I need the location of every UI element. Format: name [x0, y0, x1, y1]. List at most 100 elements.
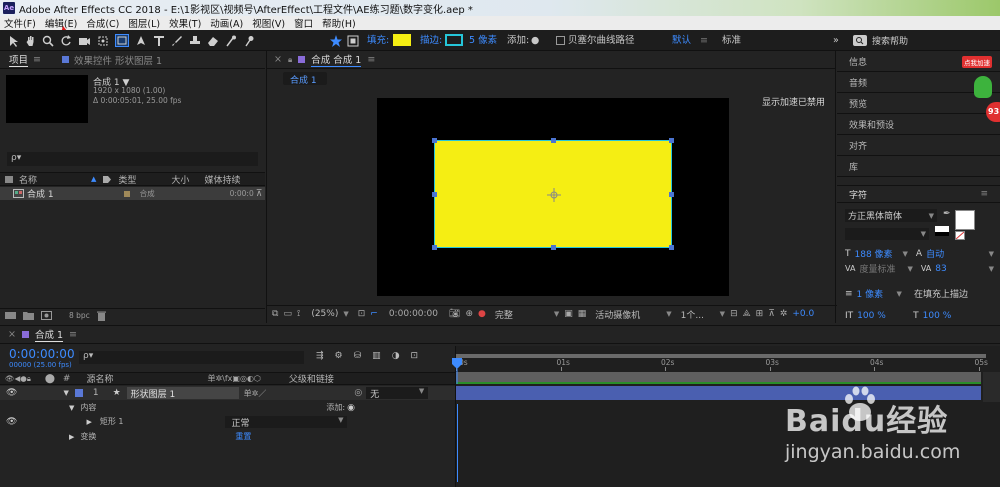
- stroke-size-value[interactable]: 1 像素: [857, 287, 893, 300]
- trash-icon[interactable]: [96, 311, 106, 321]
- comp-subtab[interactable]: 合成 1: [283, 72, 327, 86]
- font-style-dropdown[interactable]: ▼: [845, 228, 929, 240]
- parent-link-col[interactable]: 父级和链接: [289, 372, 334, 385]
- zoom-chevron-icon[interactable]: ▼: [343, 310, 348, 318]
- timeline-menu-icon[interactable]: ≡: [69, 329, 77, 340]
- region-icon[interactable]: ⌐: [370, 309, 378, 319]
- camera-dropdown[interactable]: 活动摄像机: [595, 308, 661, 321]
- interpret-footage-icon[interactable]: [5, 311, 16, 320]
- content-row[interactable]: ▼ 内容 添加: ◉: [0, 401, 455, 414]
- resolution-dropdown[interactable]: 完整: [495, 308, 549, 321]
- tab-menu-icon[interactable]: ≡: [33, 54, 41, 65]
- stroke-size-chevron-icon[interactable]: ▼: [897, 290, 902, 298]
- handle-tr[interactable]: [669, 138, 674, 143]
- menu-layer[interactable]: 图层(L): [128, 16, 160, 30]
- comp-mini-flowchart-icon[interactable]: ⇶: [316, 351, 324, 361]
- right-panel-4[interactable]: 对齐: [837, 135, 1000, 156]
- stroke-mode-dropdown[interactable]: 在填充上描边: [914, 287, 968, 300]
- views-dropdown[interactable]: 1个...: [681, 308, 715, 321]
- tool-option-icon[interactable]: [347, 35, 359, 47]
- show-snapshot-icon[interactable]: ⊕: [465, 309, 473, 319]
- rotate-tool-icon[interactable]: [60, 34, 72, 47]
- rectangle-row[interactable]: 👁︎ ▶ 矩形 1 正常 ▼: [0, 415, 455, 429]
- transform-expand-icon[interactable]: ▶: [69, 433, 74, 441]
- font-family-dropdown[interactable]: 方正黑体简体 ▼: [845, 209, 937, 222]
- comp-timecode[interactable]: 0:00:00:00: [389, 309, 438, 319]
- guide-icon[interactable]: ⟟: [297, 309, 300, 319]
- type-tool-icon[interactable]: [153, 35, 165, 47]
- anchor-point-icon[interactable]: [547, 188, 561, 202]
- handle-mr[interactable]: [669, 192, 674, 197]
- font-size-value[interactable]: 188 像素: [855, 247, 899, 260]
- effects-controls-tab[interactable]: 效果控件 形状图层 1: [74, 53, 162, 67]
- bpc-button[interactable]: 8 bpc: [69, 311, 90, 320]
- menu-help[interactable]: 帮助(H): [322, 16, 356, 30]
- resolution-chevron-icon[interactable]: ▼: [554, 310, 559, 318]
- channel-icon[interactable]: ●: [478, 309, 486, 319]
- col-type[interactable]: 类型: [118, 173, 136, 186]
- tracking-chevron-icon[interactable]: ▼: [989, 265, 994, 273]
- handle-bl[interactable]: [432, 245, 437, 250]
- rect-visibility-eye-icon[interactable]: 👁︎: [6, 417, 17, 427]
- project-item-row[interactable]: 合成 1 合成 0:00:0 ⊼: [0, 187, 265, 200]
- content-expand-icon[interactable]: ▼: [69, 404, 74, 412]
- stroke-width-value[interactable]: 5 像素: [469, 30, 497, 51]
- workspace-overflow-icon[interactable]: »: [833, 30, 839, 51]
- speed-badge[interactable]: 点我加速 93: [960, 54, 1000, 124]
- handle-tm[interactable]: [551, 138, 556, 143]
- timeline-close-icon[interactable]: ×: [8, 329, 16, 340]
- stroke-color-swatch[interactable]: [445, 34, 463, 46]
- zoom-tool-icon[interactable]: [42, 35, 54, 47]
- bezier-checkbox[interactable]: [556, 36, 565, 45]
- camera-chevron-icon[interactable]: ▼: [666, 310, 671, 318]
- horizontal-scale-value[interactable]: 100 %: [923, 311, 952, 321]
- exposure-value[interactable]: +0.0: [792, 309, 814, 319]
- no-stroke-swatch[interactable]: [955, 231, 965, 240]
- brush-tool-icon[interactable]: [171, 35, 183, 47]
- pen-tool-icon[interactable]: [135, 35, 147, 47]
- handle-bm[interactable]: [551, 245, 556, 250]
- monitor-icon[interactable]: ▭: [283, 309, 292, 319]
- panel-close-icon[interactable]: ×: [274, 54, 282, 65]
- timeline-timecode[interactable]: 0:00:00:00: [9, 347, 75, 361]
- av-features-icon[interactable]: 👁︎◀︎●🔒︎: [5, 374, 31, 384]
- layer-label-swatch[interactable]: [74, 389, 83, 397]
- comp-viewer[interactable]: [377, 98, 729, 296]
- selection-tool-icon[interactable]: [8, 35, 19, 47]
- fill-color-swatch[interactable]: [393, 34, 411, 46]
- eraser-tool-icon[interactable]: [207, 35, 219, 47]
- draft-3d-icon[interactable]: ⚙: [335, 351, 343, 361]
- menu-file[interactable]: 文件(F): [4, 16, 36, 30]
- reset-link[interactable]: 重置: [235, 431, 251, 442]
- views-chevron-icon[interactable]: ▼: [720, 310, 725, 318]
- add-content-icon[interactable]: ◉: [347, 403, 355, 413]
- pan-behind-tool-icon[interactable]: [97, 35, 109, 47]
- character-title[interactable]: 字符: [849, 188, 867, 201]
- parent-pickwhip-icon[interactable]: ◎: [354, 388, 362, 398]
- camera-tool-icon[interactable]: [78, 35, 91, 47]
- composition-tab[interactable]: 合成 合成 1: [311, 52, 362, 67]
- clone-stamp-tool-icon[interactable]: [189, 35, 201, 47]
- yellow-rectangle-shape[interactable]: [432, 138, 674, 250]
- fill-label[interactable]: 填充:: [367, 30, 389, 51]
- switches-col[interactable]: 单✲\fx▣◎◐⬡: [207, 373, 260, 384]
- menu-view[interactable]: 视图(V): [252, 16, 285, 30]
- lock-icon[interactable]: 🔒︎: [288, 55, 292, 65]
- handle-ml[interactable]: [432, 192, 437, 197]
- parent-dropdown[interactable]: 无 ▼: [366, 387, 429, 400]
- transform-row[interactable]: ▶ 变换 重置: [0, 430, 455, 443]
- project-tab[interactable]: 项目: [9, 52, 29, 67]
- fast-preview-icon[interactable]: ⟁: [743, 309, 751, 319]
- project-search-input[interactable]: ρ▾: [7, 152, 258, 166]
- workspace-default[interactable]: 默认: [672, 30, 691, 51]
- layer-row[interactable]: 👁︎ ▼ 1 ★ 形状图层 1 单✲／ ◎ 无 ▼: [0, 386, 455, 400]
- fit-icon[interactable]: ⊡: [358, 309, 366, 319]
- col-size[interactable]: 大小: [171, 173, 189, 186]
- workspace-menu-icon[interactable]: ≡: [700, 30, 708, 51]
- leading-value[interactable]: 自动: [926, 247, 944, 260]
- star-toggle-icon[interactable]: [330, 34, 342, 47]
- flowchart-view-icon[interactable]: ⊼: [768, 309, 775, 319]
- menu-effect[interactable]: 效果(T): [169, 16, 201, 30]
- shy-layers-icon[interactable]: ⛁: [354, 351, 362, 361]
- size-chevron-icon[interactable]: ▼: [903, 250, 908, 258]
